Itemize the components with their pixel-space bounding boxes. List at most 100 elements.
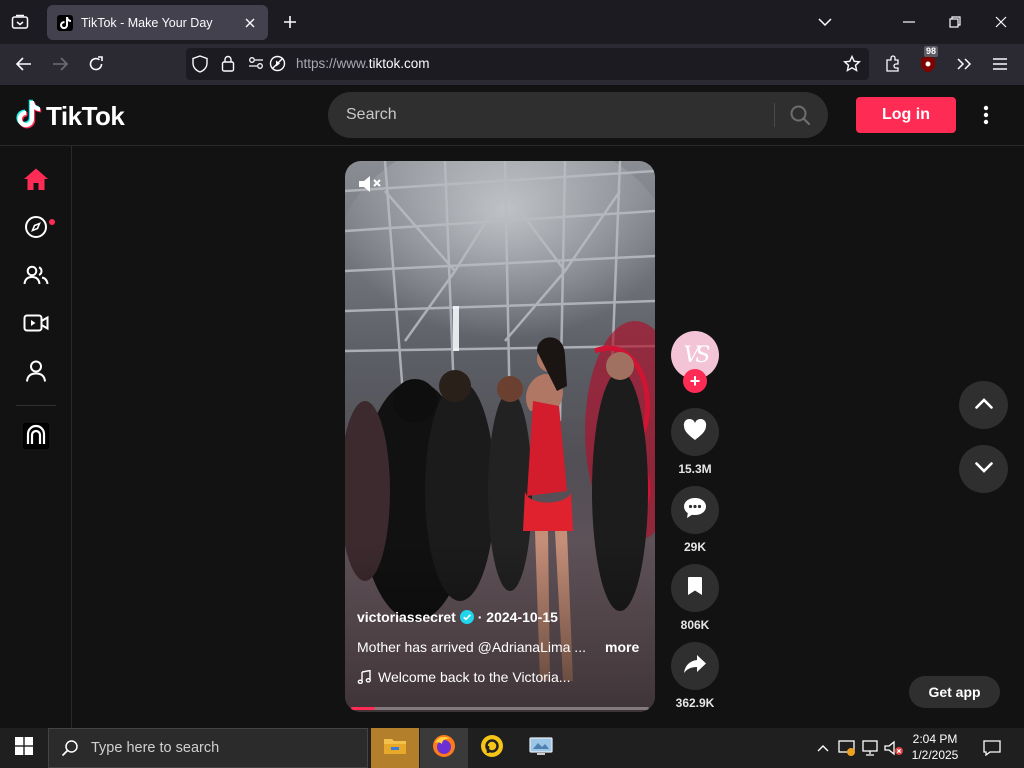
- browser-tab-active[interactable]: TikTok - Make Your Day: [47, 5, 268, 40]
- sidebar-divider: [16, 405, 56, 406]
- browser-nav-bar: https://www.tiktok.com 98: [0, 44, 1024, 85]
- music-line[interactable]: Welcome back to the Victoria...: [357, 669, 570, 685]
- live-camera-icon: [23, 313, 49, 338]
- comment-bubble-icon: [683, 497, 707, 524]
- url-bar[interactable]: https://www.tiktok.com: [186, 48, 869, 80]
- sidebar-item-live[interactable]: [20, 309, 52, 341]
- taskbar-firefox[interactable]: [420, 728, 468, 768]
- share-arrow-icon: [683, 654, 707, 679]
- tiktok-note-icon: [16, 99, 42, 134]
- restore-window-icon[interactable]: [945, 12, 965, 32]
- extensions-puzzle-icon[interactable]: [881, 52, 905, 76]
- video-player[interactable]: victoriassecret · 2024-10-15 Mother has …: [345, 161, 655, 712]
- tab-close-icon[interactable]: [240, 13, 260, 33]
- ublock-origin-icon[interactable]: 98: [916, 46, 940, 76]
- sidebar-item-explore[interactable]: [20, 213, 52, 245]
- bookmark-star-icon[interactable]: [842, 54, 862, 73]
- heart-icon: [683, 418, 707, 446]
- save-count: 806K: [680, 618, 710, 632]
- get-app-button[interactable]: Get app: [909, 676, 1000, 708]
- explore-notification-dot: [49, 219, 55, 225]
- chevron-down-icon: [974, 460, 993, 478]
- sidebar-item-effects[interactable]: [20, 422, 52, 454]
- chevron-up-icon: [974, 396, 993, 414]
- search-input[interactable]: [344, 92, 764, 138]
- system-clock[interactable]: 2:04 PM 1/2/2025: [905, 731, 965, 763]
- tray-security-icon[interactable]: [837, 738, 857, 758]
- sidebar-item-home[interactable]: [20, 165, 52, 197]
- video-progress-bar[interactable]: [351, 707, 649, 710]
- new-tab-icon[interactable]: [280, 12, 300, 32]
- compass-icon: [24, 215, 48, 244]
- effect-house-icon: [23, 422, 49, 454]
- tracking-shield-icon[interactable]: [192, 55, 210, 73]
- more-tools-chevrons-icon[interactable]: [952, 52, 976, 76]
- permissions-icon[interactable]: [248, 56, 266, 72]
- music-title: Welcome back to the Victoria...: [378, 669, 571, 685]
- autoplay-blocked-icon[interactable]: [269, 55, 287, 73]
- video-frame-image: [345, 161, 655, 712]
- notification-center-icon[interactable]: [982, 738, 1002, 758]
- taskbar-app-screen[interactable]: [517, 728, 565, 768]
- sidebar-nav: [0, 146, 72, 728]
- volume-muted-icon[interactable]: [884, 738, 904, 758]
- taskbar-file-explorer[interactable]: [371, 728, 419, 768]
- taskbar-search-box[interactable]: Type here to search: [48, 728, 368, 768]
- search-icon[interactable]: [788, 103, 812, 127]
- firefox-icon: [432, 734, 456, 763]
- taskbar-search-icon: [61, 739, 79, 757]
- next-video-button[interactable]: [959, 445, 1008, 493]
- network-icon[interactable]: [860, 738, 880, 758]
- sidebar-item-profile[interactable]: [20, 357, 52, 389]
- reload-icon[interactable]: [84, 52, 108, 76]
- search-box[interactable]: [328, 92, 828, 138]
- video-author-line: victoriassecret · 2024-10-15: [357, 609, 558, 625]
- video-progress-fill: [351, 707, 375, 710]
- like-button[interactable]: [671, 408, 719, 456]
- tab-title: TikTok - Make Your Day: [81, 15, 213, 30]
- url-text[interactable]: https://www.tiktok.com: [296, 56, 430, 71]
- url-protocol: https://www.: [296, 56, 369, 71]
- follow-plus-icon[interactable]: +: [683, 369, 707, 393]
- logo-wordmark: TikTok: [46, 101, 125, 131]
- forward-arrow-icon[interactable]: [48, 52, 72, 76]
- start-button[interactable]: [0, 728, 48, 768]
- close-window-icon[interactable]: [991, 12, 1011, 32]
- taskbar-app-yellow[interactable]: [468, 728, 516, 768]
- clock-date: 1/2/2025: [911, 748, 959, 762]
- comment-button[interactable]: [671, 486, 719, 534]
- save-button[interactable]: [671, 564, 719, 612]
- list-all-tabs-chevron-icon[interactable]: [815, 12, 835, 32]
- minimize-window-icon[interactable]: [899, 12, 919, 32]
- tiktok-favicon-icon: [57, 14, 73, 31]
- date-separator: ·: [473, 609, 487, 625]
- clock-time: 2:04 PM: [912, 732, 958, 746]
- show-hidden-icons-chevron[interactable]: [813, 738, 833, 758]
- sidebar-item-following[interactable]: [20, 261, 52, 293]
- tab-list-icon[interactable]: [8, 10, 32, 34]
- hamburger-menu-icon[interactable]: [988, 52, 1012, 76]
- login-button[interactable]: Log in: [856, 97, 956, 133]
- lock-icon[interactable]: [221, 55, 239, 73]
- browser-tab-strip: TikTok - Make Your Day: [0, 0, 1024, 44]
- tiktok-logo[interactable]: TikTok: [16, 99, 125, 134]
- mute-speaker-icon[interactable]: [357, 173, 383, 195]
- previous-video-button[interactable]: [959, 381, 1008, 429]
- folder-icon: [383, 736, 407, 761]
- caption-more-button[interactable]: more: [605, 639, 639, 655]
- music-note-icon: [357, 670, 371, 684]
- extension-badge: 98: [924, 46, 939, 57]
- share-button[interactable]: [671, 642, 719, 690]
- share-count: 362.9K: [675, 696, 715, 710]
- tiktok-header: TikTok Log in: [0, 85, 1024, 146]
- back-arrow-icon[interactable]: [12, 52, 36, 76]
- windows-logo-icon: [15, 736, 33, 760]
- avatar-monogram: VS: [683, 342, 711, 368]
- author-username[interactable]: victoriassecret: [357, 609, 456, 625]
- windows-taskbar: Type here to search 2:04 PM 1/2/2025: [0, 728, 1024, 768]
- more-vertical-icon[interactable]: [974, 103, 998, 127]
- bookmark-icon: [687, 576, 703, 601]
- taskbar-search-placeholder: Type here to search: [91, 740, 220, 756]
- home-icon: [23, 167, 49, 196]
- people-icon: [23, 263, 49, 292]
